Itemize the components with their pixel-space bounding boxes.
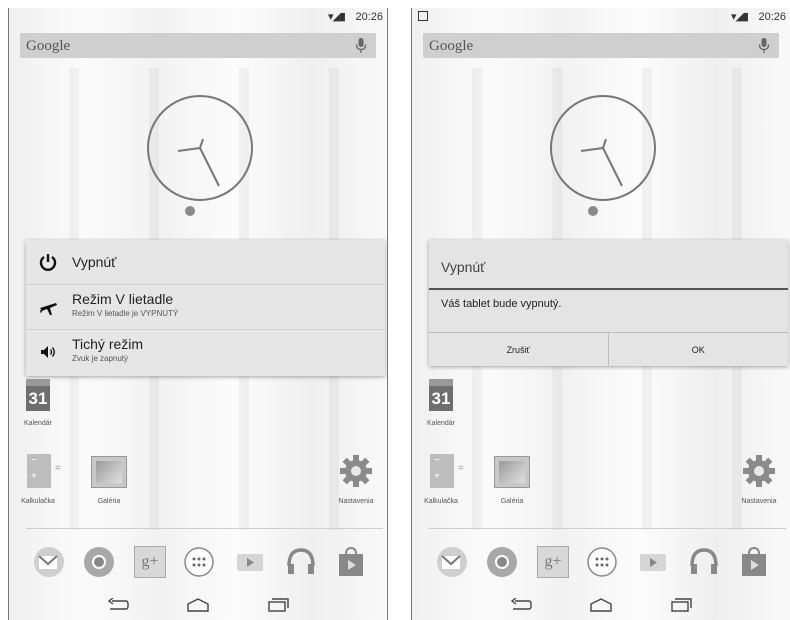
cancel-button[interactable]: Zrušiť xyxy=(429,332,609,366)
search-label: Google xyxy=(429,38,474,54)
google-search-bar[interactable]: Google xyxy=(20,33,376,58)
wallpaper-dot xyxy=(185,206,195,216)
gallery-app-icon[interactable] xyxy=(494,456,530,488)
calendar-day: 31 xyxy=(429,386,453,411)
menu-item-title: Tichý režim xyxy=(72,336,144,352)
chrome-icon[interactable] xyxy=(83,546,115,578)
google-plus-icon[interactable]: g+ xyxy=(537,546,569,578)
app-drawer-icon[interactable] xyxy=(586,546,618,578)
recent-apps-icon[interactable] xyxy=(670,598,692,612)
settings-label: Nastavenia xyxy=(741,498,777,505)
calendar-label: Kalendár xyxy=(426,420,456,427)
airplane-icon xyxy=(40,303,57,315)
menu-item-silent-mode[interactable]: Tichý režim Zvuk je zapnutý xyxy=(26,330,385,374)
power-menu: Vypnúť Režim V lietadle Režim V lietadle… xyxy=(26,240,385,376)
menu-item-subtitle: Režim V lietadle je VYPNUTÝ xyxy=(72,309,179,318)
shutdown-dialog: Vypnúť Váš tablet bude vypnutý. Zrušiť O… xyxy=(429,240,788,366)
play-movies-icon[interactable] xyxy=(234,546,266,578)
calculator-app-icon[interactable]: − + = xyxy=(27,454,61,488)
status-time: 20:26 xyxy=(355,11,383,23)
menu-item-airplane-mode[interactable]: Režim V lietadle Režim V lietadle je VYP… xyxy=(26,285,385,330)
google-plus-icon[interactable]: g+ xyxy=(134,546,166,578)
back-icon[interactable] xyxy=(107,598,129,612)
settings-gear-icon[interactable] xyxy=(742,454,776,488)
signal-icons: ▾◢▮ xyxy=(327,11,346,23)
ok-button[interactable]: OK xyxy=(608,332,788,367)
play-music-icon[interactable] xyxy=(285,546,317,578)
left-screen: ▾◢▮ 20:26 Google Vypnúť Režim V lietadle… xyxy=(8,8,388,620)
power-icon xyxy=(39,254,57,271)
search-label: Google xyxy=(26,38,71,54)
app-drawer-icon[interactable] xyxy=(183,546,215,578)
play-store-icon[interactable] xyxy=(738,546,770,578)
gmail-icon[interactable] xyxy=(436,546,468,578)
analog-clock-widget[interactable] xyxy=(145,93,255,203)
gallery-app-icon[interactable] xyxy=(91,456,127,488)
navigation-bar xyxy=(9,588,387,620)
gallery-label: Galéria xyxy=(500,498,524,505)
right-screen: ▾◢▮ 20:26 Google Vypnúť Váš tablet bude … xyxy=(411,8,790,620)
back-icon[interactable] xyxy=(510,598,532,612)
navigation-bar xyxy=(412,588,790,620)
menu-item-title: Vypnúť xyxy=(72,254,117,270)
volume-icon xyxy=(41,346,55,358)
status-time: 20:26 xyxy=(758,11,786,23)
wallpaper-dot xyxy=(588,206,598,216)
menu-item-title: Režim V lietadle xyxy=(72,291,174,307)
calendar-app-icon[interactable]: 31 xyxy=(429,379,453,411)
dock-divider xyxy=(26,528,383,529)
calendar-day: 31 xyxy=(26,386,50,411)
chrome-icon[interactable] xyxy=(486,546,518,578)
home-icon[interactable] xyxy=(590,598,612,612)
google-search-bar[interactable]: Google xyxy=(423,33,779,58)
status-bar: ▾◢▮ 20:26 xyxy=(412,8,790,26)
menu-item-subtitle: Zvuk je zapnutý xyxy=(72,354,129,363)
calculator-label: Kalkulačka xyxy=(21,498,55,505)
settings-label: Nastavenia xyxy=(338,498,374,505)
mic-icon[interactable] xyxy=(354,37,368,54)
play-store-icon[interactable] xyxy=(335,546,367,578)
play-movies-icon[interactable] xyxy=(637,546,669,578)
dialog-message: Váš tablet bude vypnutý. xyxy=(441,298,562,310)
gallery-label: Galéria xyxy=(97,498,121,505)
calendar-label: Kalendár xyxy=(23,420,53,427)
calculator-label: Kalkulačka xyxy=(424,498,458,505)
signal-icons: ▾◢▮ xyxy=(730,11,749,23)
menu-item-power-off[interactable]: Vypnúť xyxy=(26,240,385,285)
status-bar: ▾◢▮ 20:26 xyxy=(9,8,387,26)
dock-divider xyxy=(429,528,786,529)
home-icon[interactable] xyxy=(187,598,209,612)
recent-apps-icon[interactable] xyxy=(267,598,289,612)
play-music-icon[interactable] xyxy=(688,546,720,578)
notification-icon xyxy=(418,11,428,21)
settings-gear-icon[interactable] xyxy=(339,454,373,488)
analog-clock-widget[interactable] xyxy=(548,93,658,203)
dialog-title-divider xyxy=(429,288,788,290)
dialog-title: Vypnúť xyxy=(441,259,486,275)
calculator-app-icon[interactable]: − + = xyxy=(430,454,464,488)
calendar-app-icon[interactable]: 31 xyxy=(26,379,50,411)
gmail-icon[interactable] xyxy=(33,546,65,578)
mic-icon[interactable] xyxy=(757,37,771,54)
